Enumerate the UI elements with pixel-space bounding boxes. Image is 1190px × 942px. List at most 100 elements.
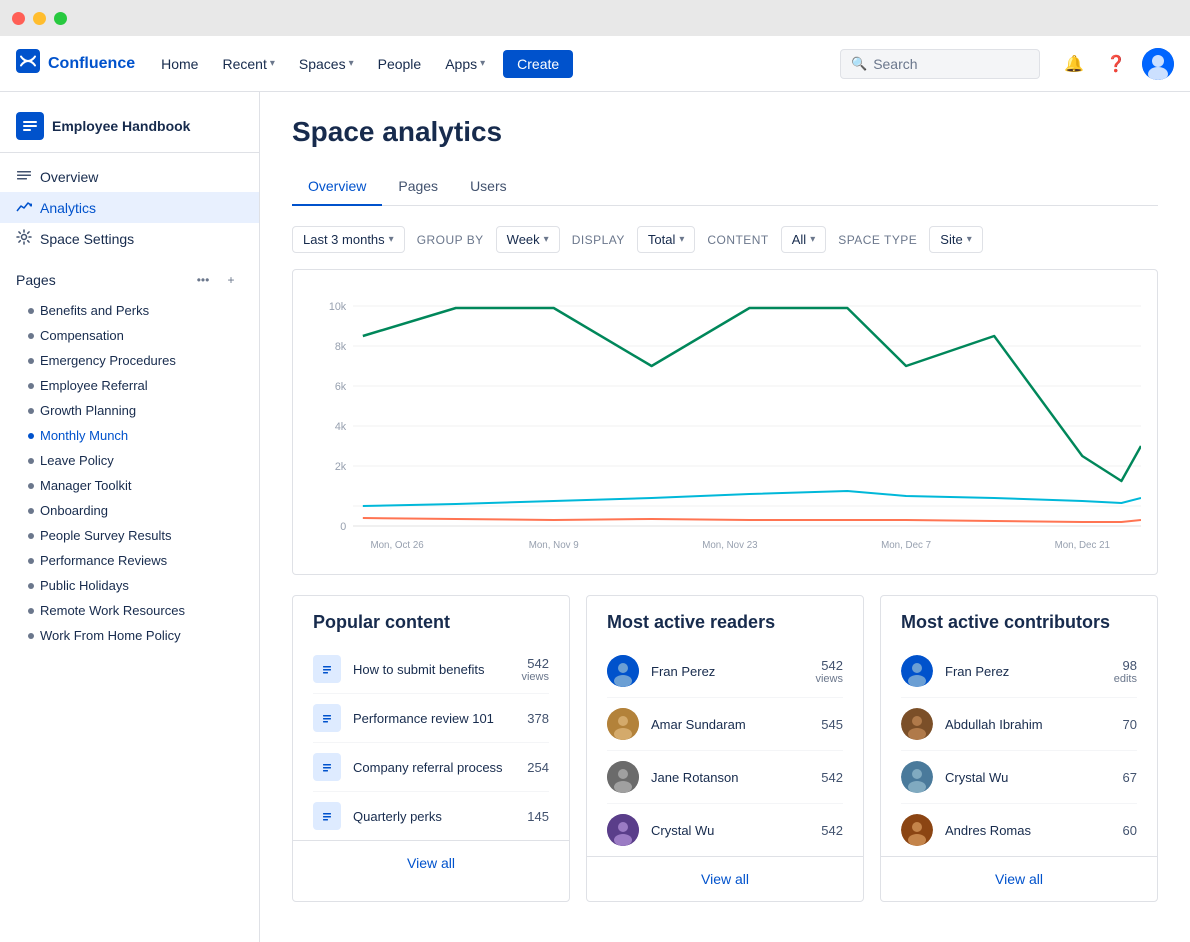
minimize-button[interactable] <box>33 12 46 25</box>
active-readers-view-all[interactable]: View all <box>587 856 863 901</box>
bullet-icon <box>28 533 34 539</box>
nav-item-spaces[interactable]: Spaces ▾ <box>289 50 364 78</box>
sidebar-item-overview[interactable]: Overview <box>0 161 259 192</box>
content-item-2-name: Company referral process <box>353 760 515 775</box>
popular-content-view-all[interactable]: View all <box>293 840 569 885</box>
close-button[interactable] <box>12 12 25 25</box>
nav-item-home[interactable]: Home <box>151 50 208 78</box>
sidebar-page-performance-reviews[interactable]: Performance Reviews <box>0 548 259 573</box>
nav-item-apps[interactable]: Apps ▾ <box>435 50 495 78</box>
navbar: Confluence Home Recent ▾ Spaces ▾ People… <box>0 36 1190 92</box>
content-filter[interactable]: All ▾ <box>781 226 826 253</box>
chevron-down-icon: ▾ <box>967 234 972 245</box>
reader-item-3: Crystal Wu 542 <box>607 804 843 856</box>
contributor-count-label-0: edits <box>1114 673 1137 685</box>
svg-text:6k: 6k <box>335 381 347 393</box>
sidebar-page-monthly-munch[interactable]: Monthly Munch <box>0 423 259 448</box>
overview-icon <box>16 167 32 186</box>
content-item-3-name: Quarterly perks <box>353 809 515 824</box>
settings-icon <box>16 229 32 248</box>
pages-actions: ••• + <box>191 268 243 292</box>
date-range-filter[interactable]: Last 3 months ▾ <box>292 226 405 253</box>
contributor-count-1: 70 <box>1123 717 1137 732</box>
user-avatar[interactable] <box>1142 48 1174 80</box>
layout: Employee Handbook Overview Analytics <box>0 92 1190 942</box>
bullet-icon <box>28 508 34 514</box>
sidebar-page-holidays[interactable]: Public Holidays <box>0 573 259 598</box>
content-item-1-count: 378 <box>527 711 549 726</box>
contributor-avatar-3 <box>901 814 933 846</box>
sidebar-page-benefits[interactable]: Benefits and Perks <box>0 298 259 323</box>
sidebar-item-analytics[interactable]: Analytics <box>0 192 259 223</box>
svg-text:0: 0 <box>340 521 346 533</box>
nav-item-recent[interactable]: Recent ▾ <box>212 50 284 78</box>
bullet-icon <box>28 633 34 639</box>
nav-items: Home Recent ▾ Spaces ▾ People Apps ▾ Cre… <box>151 50 573 78</box>
doc-icon <box>313 802 341 830</box>
sidebar-page-onboarding[interactable]: Onboarding <box>0 498 259 523</box>
sidebar-space: Employee Handbook <box>0 104 259 153</box>
search-bar[interactable]: 🔍 Search <box>840 49 1040 79</box>
contributor-item-3: Andres Romas 60 <box>901 804 1137 856</box>
sidebar-page-growth[interactable]: Growth Planning <box>0 398 259 423</box>
contributor-avatar-2 <box>901 761 933 793</box>
pages-section-label: Pages <box>16 272 56 288</box>
contributor-name-0: Fran Perez <box>945 664 1102 679</box>
content-item-1: Performance review 101 378 <box>313 694 549 743</box>
active-contributors-view-all[interactable]: View all <box>881 856 1157 901</box>
reader-count-1: 545 <box>821 717 843 732</box>
maximize-button[interactable] <box>54 12 67 25</box>
pages-more-button[interactable]: ••• <box>191 268 215 292</box>
tab-users[interactable]: Users <box>454 168 523 206</box>
popular-content-list: How to submit benefits 542 views <box>293 645 569 840</box>
contributor-avatar-0 <box>901 655 933 687</box>
tab-pages[interactable]: Pages <box>382 168 454 206</box>
display-filter[interactable]: Total ▾ <box>637 226 696 253</box>
sidebar-page-wfh[interactable]: Work From Home Policy <box>0 623 259 648</box>
contributor-count-3: 60 <box>1123 823 1137 838</box>
sidebar-page-compensation[interactable]: Compensation <box>0 323 259 348</box>
popular-content-title: Popular content <box>293 596 569 645</box>
contributor-item-0: Fran Perez 98 edits <box>901 645 1137 698</box>
bullet-icon <box>28 458 34 464</box>
popular-content-card: Popular content How to submit benefits <box>292 595 570 902</box>
tab-overview[interactable]: Overview <box>292 168 382 206</box>
chevron-down-icon: ▾ <box>544 234 549 245</box>
chevron-down-icon: ▾ <box>349 58 354 69</box>
bullet-icon <box>28 583 34 589</box>
notifications-button[interactable]: 🔔 <box>1058 48 1090 80</box>
doc-icon <box>313 655 341 683</box>
svg-text:Mon, Oct 26: Mon, Oct 26 <box>370 540 424 551</box>
create-button[interactable]: Create <box>503 50 573 78</box>
sidebar-page-referral[interactable]: Employee Referral <box>0 373 259 398</box>
content-item-2: Company referral process 254 <box>313 743 549 792</box>
group-by-filter[interactable]: Week ▾ <box>496 226 560 253</box>
sidebar-page-manager[interactable]: Manager Toolkit <box>0 473 259 498</box>
content-item-0-name: How to submit benefits <box>353 662 509 677</box>
reader-avatar-0 <box>607 655 639 687</box>
sidebar-item-space-settings[interactable]: Space Settings <box>0 223 259 254</box>
sidebar-item-analytics-label: Analytics <box>40 200 96 216</box>
active-readers-card: Most active readers Fran Perez 542 views <box>586 595 864 902</box>
sidebar-page-leave[interactable]: Leave Policy <box>0 448 259 473</box>
pages-add-button[interactable]: + <box>219 268 243 292</box>
reader-item-0: Fran Perez 542 views <box>607 645 843 698</box>
svg-text:Mon, Dec 7: Mon, Dec 7 <box>881 540 931 551</box>
sidebar-page-remote[interactable]: Remote Work Resources <box>0 598 259 623</box>
reader-avatar-3 <box>607 814 639 846</box>
sidebar-page-survey[interactable]: People Survey Results <box>0 523 259 548</box>
date-range-label: Last 3 months <box>303 232 385 247</box>
group-by-value: Week <box>507 232 540 247</box>
reader-avatar-2 <box>607 761 639 793</box>
help-button[interactable]: ❓ <box>1100 48 1132 80</box>
nav-item-people[interactable]: People <box>368 50 432 78</box>
reader-avatar-1 <box>607 708 639 740</box>
space-type-filter[interactable]: Site ▾ <box>929 226 982 253</box>
active-readers-title: Most active readers <box>587 596 863 645</box>
display-value: Total <box>648 232 675 247</box>
reader-name-3: Crystal Wu <box>651 823 809 838</box>
contributor-name-3: Andres Romas <box>945 823 1111 838</box>
sidebar-page-emergency[interactable]: Emergency Procedures <box>0 348 259 373</box>
nav-logo[interactable]: Confluence <box>16 49 135 79</box>
svg-text:Mon, Nov 23: Mon, Nov 23 <box>702 540 758 551</box>
